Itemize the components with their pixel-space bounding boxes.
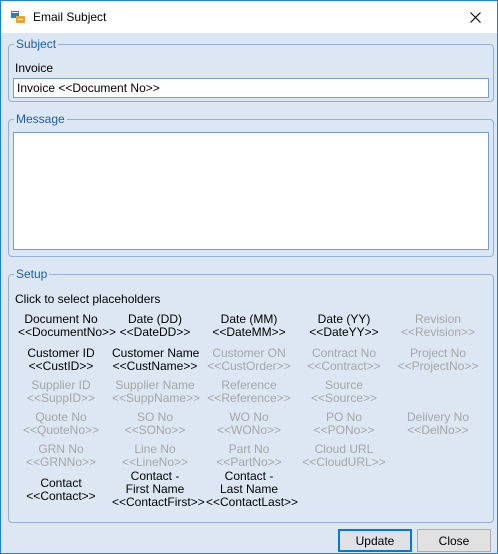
placeholder-9: Project No <<ProjectNo>> <box>395 347 481 373</box>
window-close-button[interactable] <box>453 1 497 33</box>
placeholder-4: Revision <<Revision>> <box>395 313 481 339</box>
placeholder-token: <<Source>> <box>310 391 378 405</box>
placeholder-token: <<DateYY>> <box>309 325 379 339</box>
placeholder-3[interactable]: Date (YY) <<DateYY>> <box>301 313 387 339</box>
placeholder-token: <<SONo>> <box>124 423 186 437</box>
placeholder-token: <<Revision>> <box>400 325 476 339</box>
subject-label: Invoice <box>15 61 54 75</box>
app-icon <box>11 11 25 23</box>
close-button[interactable]: Close <box>417 529 491 552</box>
placeholder-token: <<SuppID>> <box>26 391 96 405</box>
placeholder-token: <<CustOrder>> <box>207 359 291 373</box>
message-group: Message <box>8 112 494 257</box>
placeholder-token: <<ProjectNo>> <box>397 359 479 373</box>
placeholder-15: SO No <<SONo>> <box>112 411 198 437</box>
placeholder-token: <<LineNo>> <box>121 455 189 469</box>
placeholder-token: <<Contact>> <box>26 489 96 503</box>
update-button[interactable]: Update <box>338 529 412 552</box>
placeholder-token: <<Contract>> <box>307 359 381 373</box>
placeholder-token: <<ContactFirst>> <box>112 495 205 509</box>
title-bar: Email Subject <box>1 1 497 33</box>
message-textarea[interactable] <box>13 132 489 250</box>
subject-legend: Subject <box>14 37 59 51</box>
placeholder-18: Delivery No <<DelNo>> <box>395 411 481 437</box>
placeholder-token: <<SuppName>> <box>112 391 201 405</box>
placeholder-token: <<WONo>> <box>216 423 282 437</box>
placeholder-11: Supplier Name <<SuppName>> <box>112 379 201 405</box>
placeholder-19: GRN No <<GRNNo>> <box>18 443 104 469</box>
setup-hint: Click to select placeholders <box>15 292 161 306</box>
subject-group: Subject Invoice <box>8 37 494 102</box>
placeholder-25[interactable]: Contact - Last Name <<ContactLast>> <box>206 470 299 509</box>
placeholder-24[interactable]: Contact - First Name <<ContactFirst>> <box>112 470 205 509</box>
subject-input[interactable] <box>13 78 489 98</box>
placeholder-token: <<DateMM>> <box>212 325 286 339</box>
setup-group: Setup Click to select placeholders Docum… <box>8 267 494 523</box>
placeholder-8: Contract No <<Contract>> <box>301 347 387 373</box>
email-subject-dialog: Email Subject Subject Invoice Message Se… <box>0 0 498 554</box>
placeholder-5[interactable]: Customer ID <<CustID>> <box>18 347 104 373</box>
placeholder-10: Supplier ID <<SuppID>> <box>18 379 104 405</box>
placeholder-23[interactable]: Contact <<Contact>> <box>18 477 104 503</box>
placeholder-token: <<PONo>> <box>313 423 375 437</box>
placeholder-12: Reference <<Reference>> <box>206 379 292 405</box>
placeholder-token: <<Reference>> <box>207 391 291 405</box>
placeholder-token: <<QuoteNo>> <box>22 423 100 437</box>
placeholder-13: Source <<Source>> <box>301 379 387 405</box>
placeholder-token: <<GRNNo>> <box>25 455 97 469</box>
close-icon <box>469 11 481 23</box>
placeholder-token: <<DateDD>> <box>119 325 191 339</box>
placeholder-2[interactable]: Date (MM) <<DateMM>> <box>206 313 292 339</box>
window-title: Email Subject <box>33 10 107 24</box>
placeholder-token: <<CustName>> <box>112 359 198 373</box>
placeholder-21: Part No <<PartNo>> <box>206 443 292 469</box>
placeholder-17: PO No <<PONo>> <box>301 411 387 437</box>
placeholder-token: <<PartNo>> <box>216 455 282 469</box>
placeholder-0[interactable]: Document No <<DocumentNo>> <box>18 313 117 339</box>
placeholder-token: <<ContactLast>> <box>206 495 299 509</box>
placeholder-16: WO No <<WONo>> <box>206 411 292 437</box>
placeholder-1[interactable]: Date (DD) <<DateDD>> <box>112 313 198 339</box>
placeholder-20: Line No <<LineNo>> <box>112 443 198 469</box>
placeholder-22: Cloud URL <<CloudURL>> <box>301 443 387 469</box>
placeholder-token: <<CustID>> <box>28 359 94 373</box>
message-legend: Message <box>14 112 67 126</box>
placeholder-token: <<CloudURL>> <box>302 455 386 469</box>
placeholder-6[interactable]: Customer Name <<CustName>> <box>112 347 199 373</box>
placeholder-token: <<DelNo>> <box>407 423 469 437</box>
placeholder-7: Customer ON <<CustOrder>> <box>206 347 292 373</box>
placeholder-14: Quote No <<QuoteNo>> <box>18 411 104 437</box>
placeholder-token: <<DocumentNo>> <box>18 325 117 339</box>
setup-legend: Setup <box>14 267 50 281</box>
